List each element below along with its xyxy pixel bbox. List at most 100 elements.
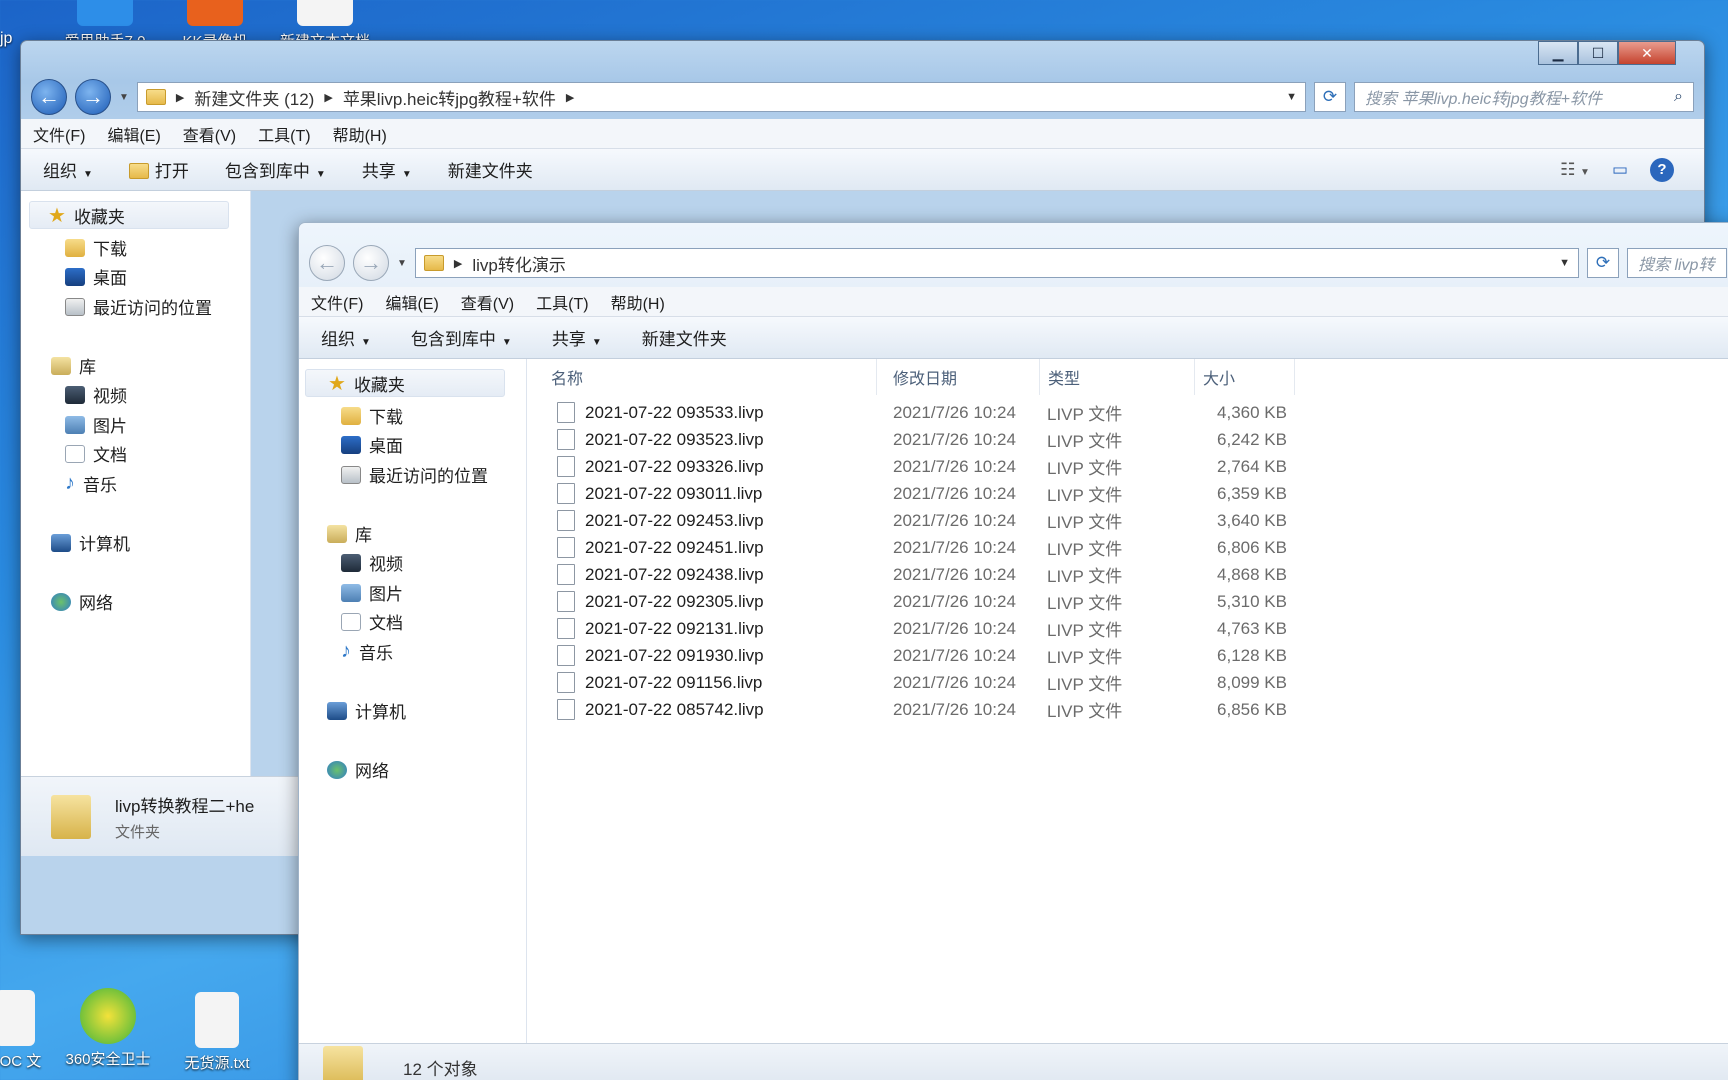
share-button[interactable]: 共享 ▼ bbox=[552, 325, 602, 350]
file-row[interactable]: 2021-07-22 093533.livp 2021/7/26 10:24 LIV… bbox=[527, 399, 1728, 426]
library-icon bbox=[51, 356, 71, 375]
preview-pane-icon[interactable]: ▭ bbox=[1612, 160, 1628, 180]
nav-recent[interactable]: 最近访问的位置 bbox=[341, 462, 488, 487]
menu-help[interactable]: 帮助(H) bbox=[611, 290, 665, 314]
file-name: 2021-07-22 092305.livp bbox=[585, 591, 764, 611]
nav-computer[interactable]: 计算机 bbox=[51, 530, 130, 555]
nav-libraries[interactable]: 库 bbox=[327, 521, 372, 546]
breadcrumb-separator-icon[interactable]: ▶ bbox=[566, 91, 574, 104]
file-row[interactable]: 2021-07-22 085742.livp 2021/7/26 10:24 LIV… bbox=[527, 696, 1728, 723]
menu-file[interactable]: 文件(F) bbox=[33, 122, 85, 146]
file-row[interactable]: 2021-07-22 092438.livp 2021/7/26 10:24 LIV… bbox=[527, 561, 1728, 588]
help-icon[interactable]: ? bbox=[1650, 157, 1674, 182]
recent-pages-dropdown[interactable]: ▼ bbox=[119, 92, 129, 103]
refresh-button[interactable]: ⟳ bbox=[1314, 82, 1346, 112]
nav-downloads[interactable]: 下载 bbox=[65, 235, 127, 260]
nav-downloads[interactable]: 下载 bbox=[341, 403, 403, 428]
breadcrumb-item[interactable]: livp转化演示 bbox=[472, 251, 566, 276]
organize-button[interactable]: 组织 ▼ bbox=[43, 157, 93, 182]
file-name: 2021-07-22 093011.livp bbox=[585, 483, 763, 503]
breadcrumb-separator-icon[interactable]: ▶ bbox=[454, 257, 462, 270]
nav-music[interactable]: ♪ 音乐 bbox=[65, 471, 117, 496]
nav-desktop[interactable]: 桌面 bbox=[65, 264, 127, 289]
nav-desktop[interactable]: 桌面 bbox=[341, 432, 403, 457]
column-header-date[interactable]: 修改日期 bbox=[885, 359, 1040, 395]
search-placeholder: 搜索 livp转 bbox=[1638, 257, 1715, 274]
back-button[interactable]: ← bbox=[309, 245, 345, 281]
file-name: 2021-07-22 093523.livp bbox=[585, 429, 764, 449]
nav-computer[interactable]: 计算机 bbox=[327, 698, 406, 723]
nav-videos[interactable]: 视频 bbox=[341, 550, 403, 575]
file-icon bbox=[557, 591, 575, 612]
breadcrumb-separator-icon[interactable]: ▶ bbox=[324, 91, 332, 104]
share-button[interactable]: 共享 ▼ bbox=[362, 157, 412, 182]
breadcrumb-item[interactable]: 新建文件夹 (12) bbox=[194, 85, 314, 110]
include-in-library-button[interactable]: 包含到库中 ▼ bbox=[411, 325, 512, 350]
nav-videos[interactable]: 视频 bbox=[65, 382, 127, 407]
nav-label: 下载 bbox=[369, 408, 403, 427]
recent-pages-dropdown[interactable]: ▼ bbox=[397, 258, 407, 269]
nav-recent[interactable]: 最近访问的位置 bbox=[65, 294, 212, 319]
include-in-library-button[interactable]: 包含到库中 ▼ bbox=[225, 157, 326, 182]
file-row[interactable]: 2021-07-22 093326.livp 2021/7/26 10:24 LIV… bbox=[527, 453, 1728, 480]
menu-tools[interactable]: 工具(T) bbox=[258, 122, 310, 146]
menu-edit[interactable]: 编辑(E) bbox=[385, 290, 438, 314]
chevron-down-icon[interactable]: ▼ bbox=[1286, 91, 1297, 103]
file-row[interactable]: 2021-07-22 093011.livp 2021/7/26 10:24 LIV… bbox=[527, 480, 1728, 507]
new-folder-button[interactable]: 新建文件夹 bbox=[448, 157, 533, 182]
file-name-cell: 2021-07-22 092131.livp bbox=[557, 618, 764, 639]
breadcrumb-separator-icon[interactable]: ▶ bbox=[176, 91, 184, 104]
nav-network[interactable]: 网络 bbox=[327, 757, 389, 782]
maximize-button[interactable]: ☐ bbox=[1578, 41, 1618, 65]
search-input[interactable]: 搜索 苹果livp.heic转jpg教程+软件 ⌕ bbox=[1354, 82, 1694, 112]
chevron-down-icon[interactable]: ▼ bbox=[1559, 257, 1570, 269]
nav-network[interactable]: 网络 bbox=[51, 589, 113, 614]
nav-documents[interactable]: 文档 bbox=[341, 609, 403, 634]
nav-favorites[interactable]: ★ 收藏夹 bbox=[29, 201, 229, 229]
nav-music[interactable]: ♪ 音乐 bbox=[341, 639, 393, 664]
nav-favorites[interactable]: ★ 收藏夹 bbox=[305, 369, 505, 397]
menu-file[interactable]: 文件(F) bbox=[311, 290, 363, 314]
menu-view[interactable]: 查看(V) bbox=[183, 122, 236, 146]
nav-documents[interactable]: 文档 bbox=[65, 441, 127, 466]
nav-pictures[interactable]: 图片 bbox=[341, 580, 403, 605]
file-type: LIVP 文件 bbox=[1047, 648, 1123, 667]
minimize-button[interactable]: ▁ bbox=[1538, 41, 1578, 65]
column-header-type[interactable]: 类型 bbox=[1040, 359, 1195, 395]
address-bar[interactable]: ▶ livp转化演示 ▼ bbox=[414, 248, 1579, 278]
file-row[interactable]: 2021-07-22 092131.livp 2021/7/26 10:24 LIV… bbox=[527, 615, 1728, 642]
desktop-icon-txt[interactable]: 无货源.txt bbox=[162, 992, 272, 1073]
menu-edit[interactable]: 编辑(E) bbox=[107, 122, 160, 146]
column-header-name[interactable]: 名称 bbox=[527, 359, 877, 395]
forward-button[interactable]: → bbox=[75, 79, 111, 115]
refresh-button[interactable]: ⟳ bbox=[1587, 248, 1619, 278]
search-input[interactable]: 搜索 livp转 bbox=[1627, 248, 1727, 278]
file-row[interactable]: 2021-07-22 092305.livp 2021/7/26 10:24 LIV… bbox=[527, 588, 1728, 615]
menu-tools[interactable]: 工具(T) bbox=[536, 290, 588, 314]
menu-help[interactable]: 帮助(H) bbox=[333, 122, 387, 146]
breadcrumb-item[interactable]: 苹果livp.heic转jpg教程+软件 bbox=[343, 85, 556, 110]
nav-libraries[interactable]: 库 bbox=[51, 353, 96, 378]
file-row[interactable]: 2021-07-22 093523.livp 2021/7/26 10:24 LIV… bbox=[527, 426, 1728, 453]
new-folder-button[interactable]: 新建文件夹 bbox=[642, 325, 727, 350]
address-bar[interactable]: ▶ 新建文件夹 (12) ▶ 苹果livp.heic转jpg教程+软件 ▶ ▼ bbox=[136, 82, 1306, 112]
file-row[interactable]: 2021-07-22 092453.livp 2021/7/26 10:24 LIV… bbox=[527, 507, 1728, 534]
view-options-icon[interactable]: ☷ ▼ bbox=[1560, 160, 1590, 180]
forward-button[interactable]: → bbox=[353, 245, 389, 281]
column-label: 修改日期 bbox=[893, 371, 958, 388]
nav-pictures[interactable]: 图片 bbox=[65, 412, 127, 437]
computer-icon bbox=[327, 701, 347, 720]
close-button[interactable]: ✕ bbox=[1618, 41, 1676, 65]
nav-label: 收藏夹 bbox=[353, 375, 405, 395]
desktop-icon-label: DOC 文 bbox=[0, 1053, 42, 1070]
back-button[interactable]: ← bbox=[31, 79, 67, 115]
file-icon bbox=[557, 456, 575, 477]
column-header-size[interactable]: 大小 bbox=[1195, 359, 1295, 395]
desktop-icon-360[interactable]: 360安全卫士 bbox=[53, 988, 163, 1069]
file-row[interactable]: 2021-07-22 092451.livp 2021/7/26 10:24 LIV… bbox=[527, 534, 1728, 561]
organize-button[interactable]: 组织 ▼ bbox=[321, 325, 371, 350]
file-row[interactable]: 2021-07-22 091930.livp 2021/7/26 10:24 LIV… bbox=[527, 642, 1728, 669]
menu-view[interactable]: 查看(V) bbox=[461, 290, 514, 314]
open-button[interactable]: 打开 bbox=[128, 157, 189, 182]
file-row[interactable]: 2021-07-22 091156.livp 2021/7/26 10:24 LIV… bbox=[527, 669, 1728, 696]
